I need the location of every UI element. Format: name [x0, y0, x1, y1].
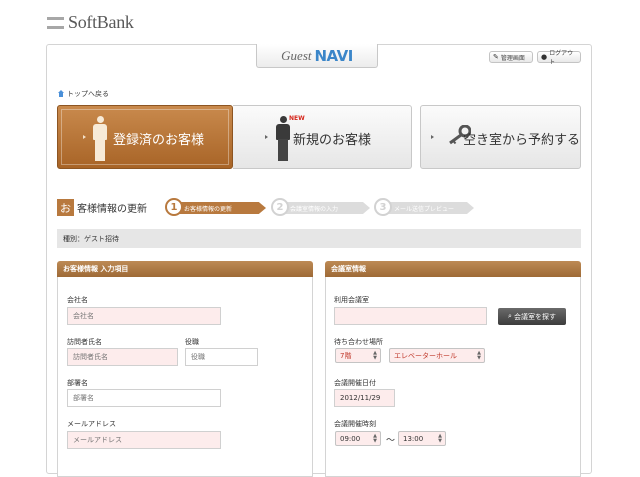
room-panel-header: 会議室情報	[325, 261, 581, 277]
logo-guest-text: Guest	[281, 47, 312, 63]
time-separator: 〜	[386, 436, 396, 446]
position-label: 役職	[185, 338, 199, 346]
registered-customer-button[interactable]: 登録済のお客様	[57, 105, 233, 169]
businessman-icon	[275, 116, 291, 162]
select-caret-icon: ▲ ▼	[373, 433, 377, 444]
reserve-from-vacant-button[interactable]: 空き室から予約する	[420, 105, 581, 169]
softbank-mark-icon	[47, 16, 64, 29]
search-room-button[interactable]: ⌕ 会議室を探す	[498, 308, 566, 325]
new-customer-label: 新規のお客様	[293, 133, 372, 148]
visitor-name-input[interactable]	[67, 348, 178, 366]
select-caret-icon: ▲ ▼	[477, 350, 481, 361]
admin-button[interactable]: ✎ 管理画面	[489, 51, 533, 63]
reserve-label: 空き室から予約する	[463, 133, 581, 148]
arrow-icon	[83, 135, 86, 139]
brand-name: SoftBank	[68, 12, 134, 32]
guest-navi-logo: Guest NAVI	[256, 44, 378, 68]
place-value: エレベーターホール	[394, 351, 457, 360]
step-2-bar: 会議室情報の入力	[282, 202, 370, 214]
visitor-name-label: 訪問者氏名	[67, 338, 102, 346]
select-caret-icon: ▲ ▼	[438, 433, 442, 444]
end-time-value: 13:00	[403, 434, 424, 443]
logout-button-label: ログアウト	[549, 50, 574, 66]
start-time-value: 09:00	[340, 434, 361, 443]
step-1-bar: お客様情報の更新	[176, 202, 266, 214]
guest-panel-header: お客様情報 入力項目	[57, 261, 313, 277]
arrow-icon	[265, 135, 268, 139]
softbank-logo: SoftBank	[47, 12, 134, 33]
select-caret-icon: ▲ ▼	[373, 350, 377, 361]
magnifier-icon: ⌕	[508, 312, 512, 320]
step-3-label: メール送信プレビュー	[394, 205, 455, 213]
step-3-number: 3	[374, 198, 392, 216]
date-input[interactable]: 2012/11/29	[334, 389, 395, 407]
home-icon	[57, 90, 65, 98]
step-2-number: 2	[271, 198, 289, 216]
type-bar: 種別：ゲスト招待	[57, 229, 581, 248]
floor-value: 7階	[340, 351, 352, 360]
new-customer-button[interactable]: NEW 新規のお客様	[233, 105, 412, 169]
place-select[interactable]: エレベーターホール ▲ ▼	[389, 348, 485, 363]
time-label: 会議開催時刻	[334, 420, 376, 428]
logo-navi-text: NAVI	[314, 46, 354, 65]
wrench-icon: ✎	[493, 53, 499, 61]
back-to-top-link[interactable]: トップへ戻る	[57, 89, 109, 99]
admin-button-label: 管理画面	[500, 54, 525, 62]
step-1-number: 1	[165, 198, 183, 216]
logout-button[interactable]: ● ログアウト	[537, 50, 581, 66]
floor-select[interactable]: 7階 ▲ ▼	[335, 348, 381, 363]
position-input[interactable]	[185, 348, 258, 366]
department-input[interactable]	[67, 389, 221, 407]
arrow-icon	[431, 135, 434, 139]
back-to-top-label: トップへ戻る	[67, 90, 109, 98]
step-1-label: お客様情報の更新	[184, 205, 233, 213]
registered-customer-label: 登録済のお客様	[113, 133, 205, 148]
company-input[interactable]	[67, 307, 221, 325]
new-badge: NEW	[289, 115, 305, 122]
step-2-label: 会議室情報の入力	[290, 205, 339, 213]
email-label: メールアドレス	[67, 420, 116, 428]
step-3-bar: メール送信プレビュー	[386, 202, 474, 214]
room-label: 利用会議室	[334, 296, 369, 304]
end-time-select[interactable]: 13:00 ▲ ▼	[398, 431, 446, 446]
date-label: 会議開催日付	[334, 379, 376, 387]
section-icon: お	[57, 199, 74, 216]
meeting-place-label: 待ち合わせ場所	[334, 338, 383, 346]
department-label: 部署名	[67, 379, 88, 387]
user-icon: ●	[541, 53, 548, 61]
company-label: 会社名	[67, 296, 88, 304]
email-input[interactable]	[67, 431, 221, 449]
section-title: 客様情報の更新	[77, 204, 147, 215]
search-room-label: 会議室を探す	[513, 312, 556, 321]
room-input[interactable]	[334, 307, 487, 325]
person-icon	[92, 116, 108, 162]
start-time-select[interactable]: 09:00 ▲ ▼	[335, 431, 381, 446]
